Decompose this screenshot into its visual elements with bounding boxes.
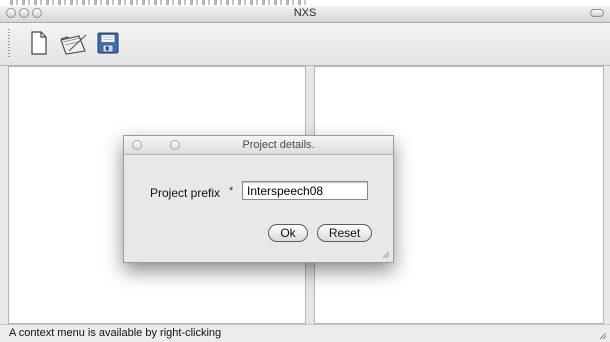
dialog-resize-grip-icon[interactable] [381,250,390,259]
open-project-button[interactable] [58,28,88,58]
toolbar-grip-handle[interactable] [8,29,10,59]
required-marker: * [229,185,234,197]
save-project-button[interactable] [93,28,123,58]
status-bar: A context menu is available by right-cli… [0,324,610,342]
open-folder-icon [60,34,87,55]
reset-button[interactable]: Reset [317,224,372,242]
status-message: A context menu is available by right-cli… [9,327,222,339]
window-resize-grip-icon[interactable] [597,330,607,340]
new-project-button[interactable] [24,28,54,58]
new-document-icon [31,31,47,55]
project-prefix-label: Project prefix [150,186,221,200]
ok-button[interactable]: Ok [268,224,308,242]
project-prefix-input[interactable] [242,181,368,200]
dialog-title: Project details. [242,139,315,151]
window-title: NXS [293,7,317,19]
toolbar-toggle-button[interactable] [590,9,604,17]
dialog-titlebar[interactable]: Project details. [124,136,393,155]
save-disk-icon [97,32,119,54]
project-details-dialog: Project details. Project prefix * Ok Res… [123,135,394,263]
background-window-title-fragment [10,0,310,5]
toolbar [0,23,610,66]
window-titlebar[interactable]: NXS [0,6,610,23]
